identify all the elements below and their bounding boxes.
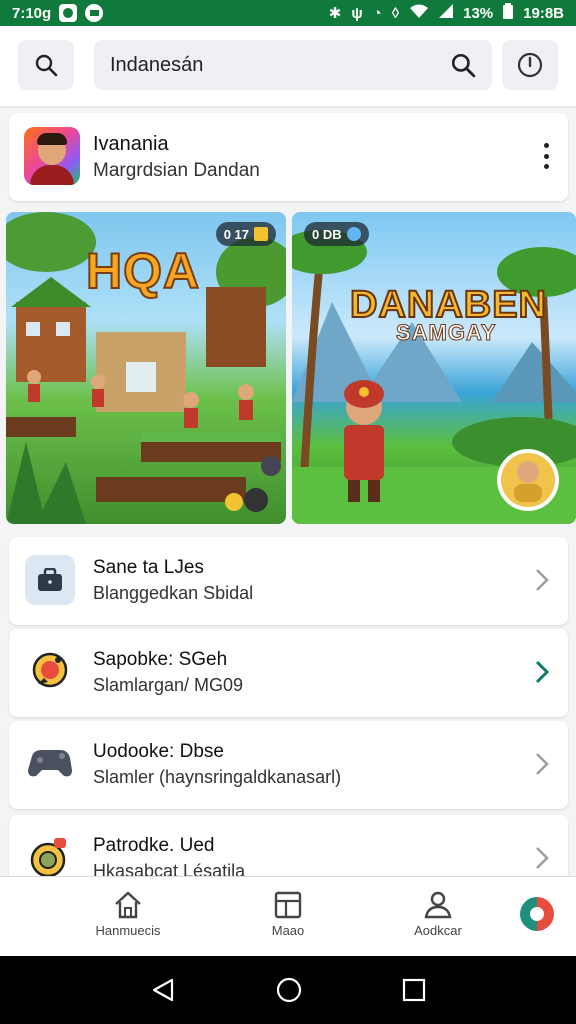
nav-label: Aodkcar [414, 923, 462, 938]
avatar [24, 127, 80, 185]
banner-1-title: HQA [85, 242, 201, 300]
chevron-right-icon [536, 847, 549, 869]
banner-2-subtitle: SAMGAY [396, 320, 497, 346]
list-item-title: Patrodke. Ued [93, 835, 215, 856]
gem-icon [346, 227, 361, 241]
profile-card[interactable]: Ivanania Margrdsian Dandan [9, 113, 568, 201]
vibrate-icon: ψ [351, 4, 363, 22]
home-circle-icon[interactable] [276, 977, 302, 1003]
search-field[interactable]: Indanesán [94, 40, 492, 90]
back-icon[interactable] [150, 977, 176, 1003]
search-icon [35, 54, 58, 77]
location-icon: ◊ [391, 4, 400, 22]
search-input[interactable]: Indanesán [110, 54, 450, 77]
list-item-subtitle: Slamlargan/ MG09 [93, 675, 244, 695]
wifi-icon [409, 4, 429, 23]
game-banner-1[interactable]: 0 17 HQA [6, 212, 286, 524]
list-item[interactable]: Sane ta LJes Blanggedkan Sbidal [9, 537, 568, 625]
layout-icon [274, 891, 302, 919]
notification-icon [59, 4, 78, 22]
status-time: 7:10g [12, 4, 52, 22]
chevron-right-icon [535, 660, 550, 684]
power-icon [517, 52, 543, 78]
list-item-subtitle: Slamler (haynsringaldkanasarl) [93, 767, 342, 787]
list-item[interactable]: Sapobke: SGeh Slamlargan/ MG09 [9, 629, 568, 717]
bottom-navigation: Hanmuecis Maao Aodkcar [0, 876, 576, 956]
chevron-right-icon [536, 569, 549, 591]
profile-name: Ivanania [93, 133, 169, 155]
status-clock-right: 19:8B [523, 4, 564, 22]
more-options-icon[interactable] [542, 143, 550, 169]
status-bar: 7:10g ✱ ψ ◔ ◊ 13% 19:8B [0, 0, 576, 26]
person-icon [424, 891, 452, 919]
coin-icon [254, 227, 268, 241]
banner-1-badge: 0 17 [215, 222, 276, 246]
nav-item-layout[interactable]: Maao [228, 891, 348, 938]
search-icon[interactable] [450, 52, 476, 78]
controller-icon [25, 739, 75, 789]
profile-subtitle: Margrdsian Dandan [93, 160, 260, 181]
battery-icon [503, 3, 514, 23]
battery-percent: 13% [463, 4, 494, 22]
list-item-title: Sapobke: SGeh [93, 649, 228, 670]
nav-label: Maao [271, 923, 305, 938]
briefcase-icon [25, 555, 75, 605]
nav-label: Hanmuecis [95, 923, 161, 938]
system-navigation-bar [0, 956, 576, 1024]
compass-icon [25, 647, 75, 697]
recents-icon[interactable] [402, 978, 426, 1002]
message-icon [85, 4, 104, 22]
bluetooth-icon: ✱ [328, 5, 342, 22]
signal-icon [439, 4, 454, 22]
list-item-title: Uodooke: Dbse [93, 741, 224, 762]
nav-item-home[interactable]: Hanmuecis [68, 891, 188, 938]
list-item-title: Sane ta LJes [93, 557, 204, 578]
game-banner-2[interactable]: 0 DB DANABEN SAMGAY [292, 212, 576, 524]
home-icon [115, 891, 141, 919]
search-button[interactable] [18, 40, 74, 90]
chevron-right-icon [536, 753, 549, 775]
profile-avatar-icon[interactable] [520, 897, 554, 931]
top-bar: Indanesán [0, 26, 576, 106]
power-button[interactable] [502, 40, 558, 90]
list-item[interactable]: Uodooke: Dbse Slamler (haynsringaldkanas… [9, 721, 568, 809]
nav-item-account[interactable]: Aodkcar [378, 891, 498, 938]
list-item-subtitle: Blanggedkan Sbidal [93, 583, 254, 603]
banner-2-badge: 0 DB [304, 222, 369, 246]
alarm-icon: ◔ [372, 4, 382, 22]
game-scene-illustration [292, 230, 576, 524]
